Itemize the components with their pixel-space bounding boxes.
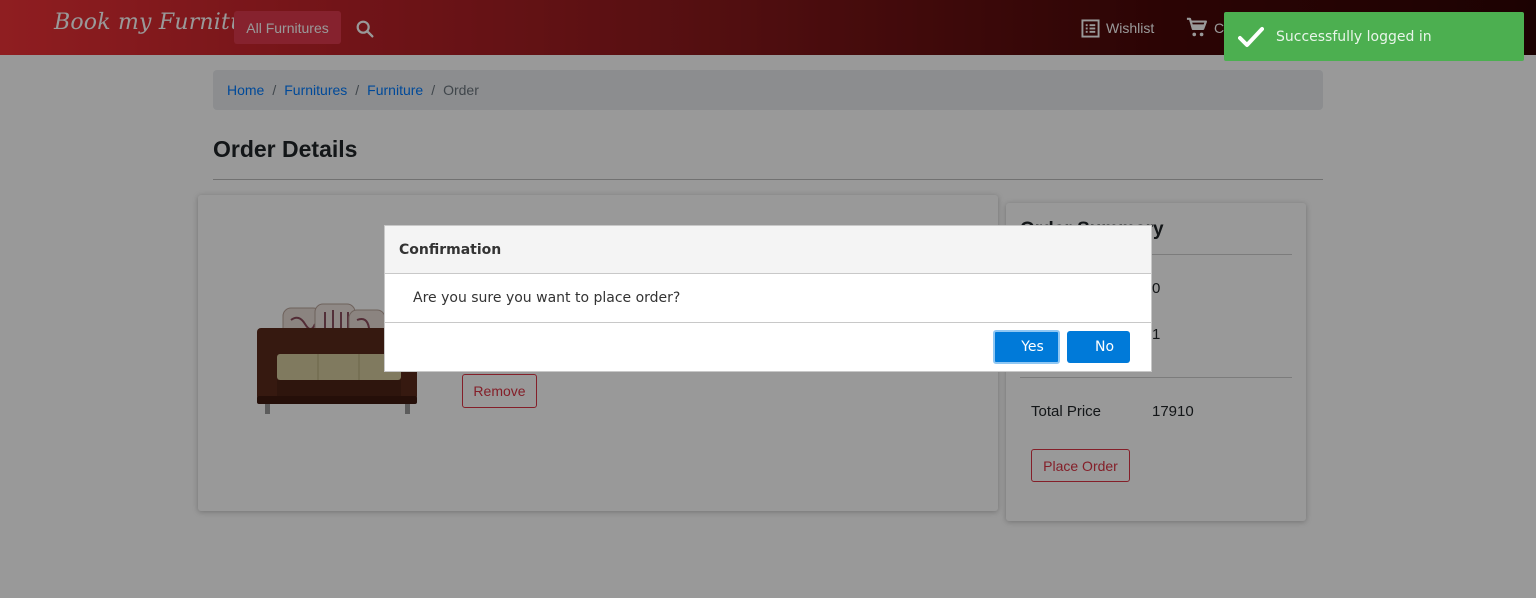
no-button[interactable]: No: [1067, 331, 1130, 363]
dialog-title: Confirmation: [385, 226, 1151, 274]
toast-message: Successfully logged in: [1276, 28, 1432, 45]
success-toast[interactable]: Successfully logged in: [1224, 12, 1524, 61]
dialog-message: Are you sure you want to place order?: [413, 290, 681, 306]
check-icon: [1238, 26, 1264, 47]
confirmation-dialog: Confirmation Are you sure you want to pl…: [384, 225, 1152, 372]
divider: [385, 322, 1151, 323]
yes-button[interactable]: Yes: [993, 330, 1060, 364]
